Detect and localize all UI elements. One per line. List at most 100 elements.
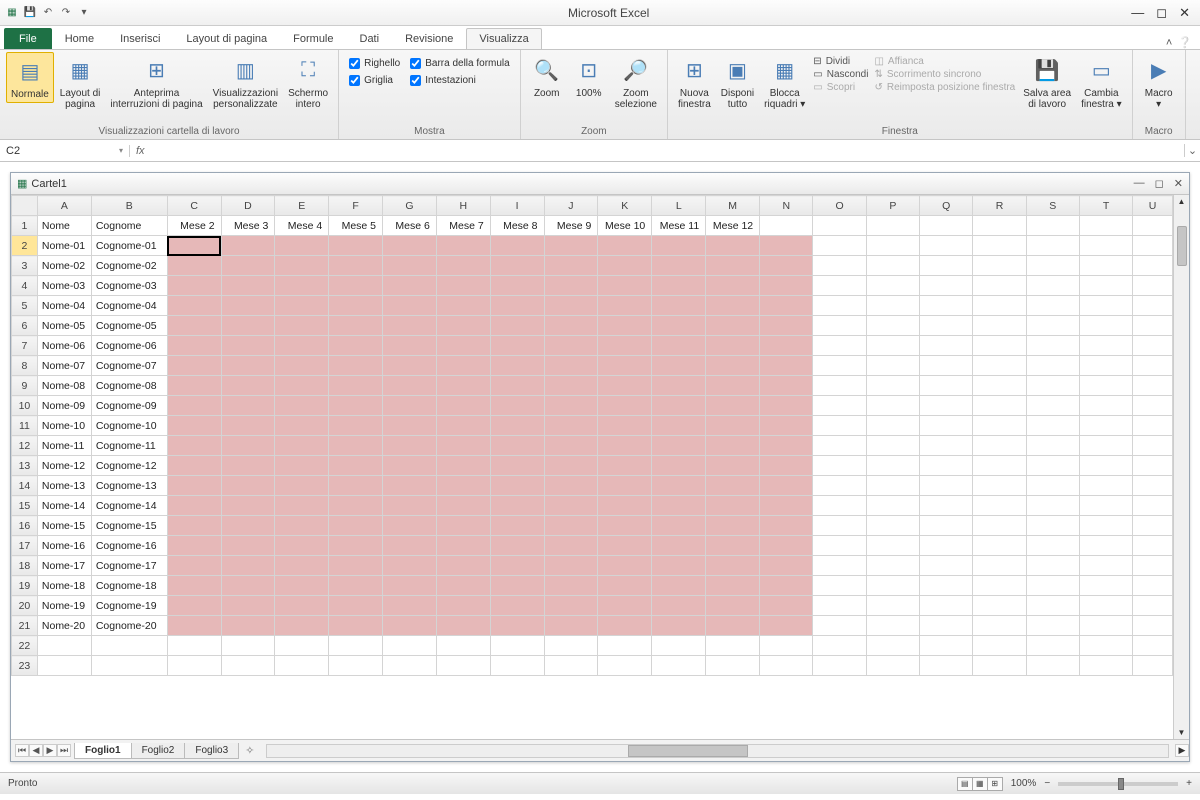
col-header-D[interactable]: D xyxy=(221,196,275,216)
row-header-6[interactable]: 6 xyxy=(12,316,38,336)
cell-I22[interactable] xyxy=(490,636,544,656)
cell-R23[interactable] xyxy=(973,656,1026,676)
cell-L21[interactable] xyxy=(652,616,706,636)
cell-O2[interactable] xyxy=(813,236,866,256)
cell-A20[interactable]: Nome-19 xyxy=(37,596,91,616)
sheet-tab-foglio2[interactable]: Foglio2 xyxy=(131,743,186,759)
cell-R19[interactable] xyxy=(973,576,1026,596)
cell-F6[interactable] xyxy=(329,316,383,336)
cell-Q4[interactable] xyxy=(920,276,973,296)
cell-Q2[interactable] xyxy=(920,236,973,256)
cell-B17[interactable]: Cognome-16 xyxy=(91,536,167,556)
cell-J11[interactable] xyxy=(544,416,598,436)
cell-A2[interactable]: Nome-01 xyxy=(37,236,91,256)
cell-G22[interactable] xyxy=(383,636,437,656)
cell-C13[interactable] xyxy=(167,456,221,476)
cell-G14[interactable] xyxy=(383,476,437,496)
cell-P16[interactable] xyxy=(866,516,919,536)
cell-M9[interactable] xyxy=(706,376,760,396)
cell-R6[interactable] xyxy=(973,316,1026,336)
cell-Q14[interactable] xyxy=(920,476,973,496)
cell-U18[interactable] xyxy=(1133,556,1173,576)
cell-L2[interactable] xyxy=(652,236,706,256)
cell-J3[interactable] xyxy=(544,256,598,276)
cell-O8[interactable] xyxy=(813,356,866,376)
cell-F9[interactable] xyxy=(329,376,383,396)
cell-D22[interactable] xyxy=(221,636,275,656)
reset-pos-button[interactable]: ↺Reimposta posizione finestra xyxy=(874,82,1015,93)
cell-P10[interactable] xyxy=(866,396,919,416)
cell-L18[interactable] xyxy=(652,556,706,576)
new-window-button[interactable]: ⊞Nuova finestra xyxy=(674,52,715,112)
cell-I21[interactable] xyxy=(490,616,544,636)
zoom-slider[interactable] xyxy=(1058,782,1178,786)
split-button[interactable]: ⊟Dividi xyxy=(813,56,868,67)
cell-A15[interactable]: Nome-14 xyxy=(37,496,91,516)
cell-L17[interactable] xyxy=(652,536,706,556)
cell-I9[interactable] xyxy=(490,376,544,396)
cell-M5[interactable] xyxy=(706,296,760,316)
cell-K6[interactable] xyxy=(598,316,652,336)
cell-B21[interactable]: Cognome-20 xyxy=(91,616,167,636)
cell-D12[interactable] xyxy=(221,436,275,456)
cell-I19[interactable] xyxy=(490,576,544,596)
cell-Q20[interactable] xyxy=(920,596,973,616)
cell-I23[interactable] xyxy=(490,656,544,676)
cell-U3[interactable] xyxy=(1133,256,1173,276)
cell-N19[interactable] xyxy=(760,576,813,596)
view-layout-button[interactable]: ▦Layout di pagina xyxy=(56,52,105,112)
cell-C6[interactable] xyxy=(167,316,221,336)
cell-R7[interactable] xyxy=(973,336,1026,356)
cell-G12[interactable] xyxy=(383,436,437,456)
col-header-I[interactable]: I xyxy=(490,196,544,216)
cell-F17[interactable] xyxy=(329,536,383,556)
cell-M15[interactable] xyxy=(706,496,760,516)
cell-T1[interactable] xyxy=(1079,216,1132,236)
cell-E12[interactable] xyxy=(275,436,329,456)
cell-L13[interactable] xyxy=(652,456,706,476)
col-header-J[interactable]: J xyxy=(544,196,598,216)
cell-R3[interactable] xyxy=(973,256,1026,276)
view-personalizzate-button[interactable]: ▥Visualizzazioni personalizzate xyxy=(209,52,282,112)
cell-O22[interactable] xyxy=(813,636,866,656)
cell-L4[interactable] xyxy=(652,276,706,296)
cell-D23[interactable] xyxy=(221,656,275,676)
cell-K5[interactable] xyxy=(598,296,652,316)
macro-button[interactable]: ▶Macro ▾ xyxy=(1139,52,1179,112)
cell-T22[interactable] xyxy=(1079,636,1132,656)
cell-K15[interactable] xyxy=(598,496,652,516)
tab-revisione[interactable]: Revisione xyxy=(392,28,466,49)
wb-close-button[interactable]: ✕ xyxy=(1174,177,1183,190)
cell-R15[interactable] xyxy=(973,496,1026,516)
cell-O17[interactable] xyxy=(813,536,866,556)
cell-G16[interactable] xyxy=(383,516,437,536)
cell-A4[interactable]: Nome-03 xyxy=(37,276,91,296)
hide-button[interactable]: ▭Nascondi xyxy=(813,69,868,80)
cell-M16[interactable] xyxy=(706,516,760,536)
cell-D1[interactable]: Mese 3 xyxy=(221,216,275,236)
cell-C20[interactable] xyxy=(167,596,221,616)
cell-D15[interactable] xyxy=(221,496,275,516)
cell-A1[interactable]: Nome xyxy=(37,216,91,236)
tab-dati[interactable]: Dati xyxy=(347,28,393,49)
cell-G20[interactable] xyxy=(383,596,437,616)
cell-B15[interactable]: Cognome-14 xyxy=(91,496,167,516)
cell-M19[interactable] xyxy=(706,576,760,596)
cell-O16[interactable] xyxy=(813,516,866,536)
cell-E4[interactable] xyxy=(275,276,329,296)
cell-U17[interactable] xyxy=(1133,536,1173,556)
cell-G10[interactable] xyxy=(383,396,437,416)
cell-G23[interactable] xyxy=(383,656,437,676)
cell-Q6[interactable] xyxy=(920,316,973,336)
cell-S1[interactable] xyxy=(1026,216,1079,236)
zoom-selection-button[interactable]: 🔎Zoom selezione xyxy=(611,52,661,112)
cell-I14[interactable] xyxy=(490,476,544,496)
cell-A6[interactable]: Nome-05 xyxy=(37,316,91,336)
cell-R21[interactable] xyxy=(973,616,1026,636)
row-header-15[interactable]: 15 xyxy=(12,496,38,516)
cell-G6[interactable] xyxy=(383,316,437,336)
cell-D7[interactable] xyxy=(221,336,275,356)
cell-H6[interactable] xyxy=(436,316,490,336)
cell-F10[interactable] xyxy=(329,396,383,416)
cell-N4[interactable] xyxy=(760,276,813,296)
